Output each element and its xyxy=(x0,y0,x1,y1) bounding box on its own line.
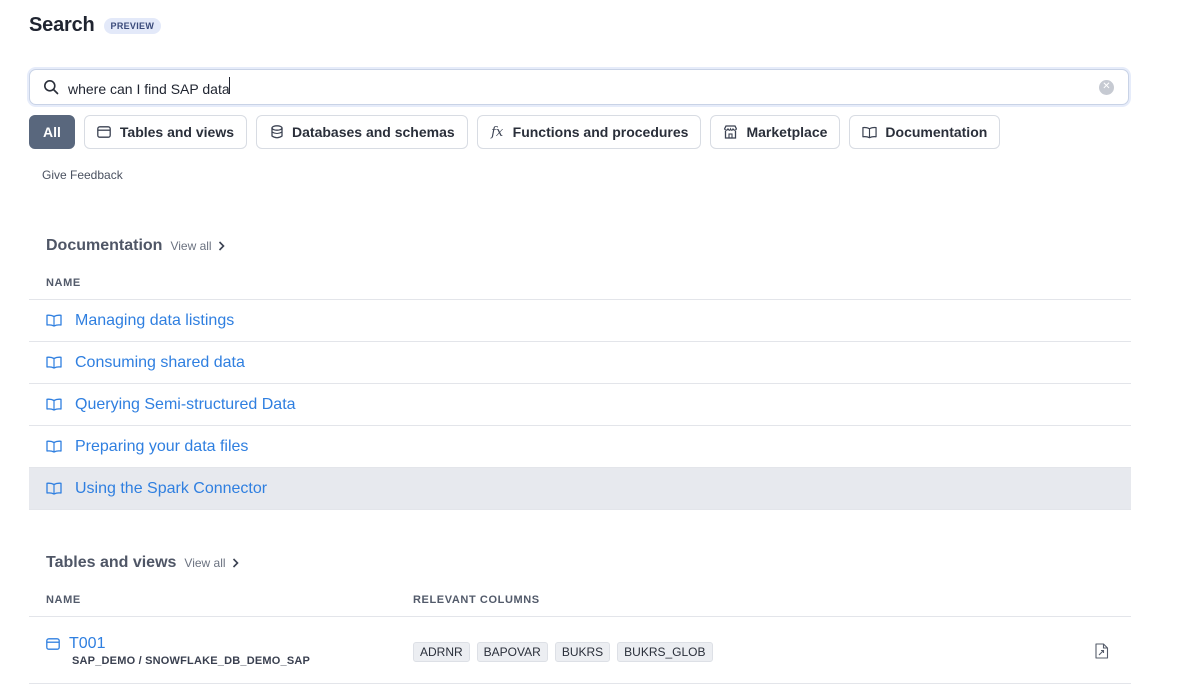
documentation-result-link[interactable]: Managing data listings xyxy=(75,312,234,330)
documentation-results: Managing data listings Consuming shared … xyxy=(29,299,1131,510)
column-tag: BAPOVAR xyxy=(476,642,548,662)
view-all-label: View all xyxy=(184,556,226,570)
documentation-result-link[interactable]: Querying Semi-structured Data xyxy=(75,396,296,414)
filter-databases-and-schemas[interactable]: Databases and schemas xyxy=(256,115,468,149)
filter-all-label: All xyxy=(43,124,61,140)
database-icon xyxy=(269,125,284,140)
tables-view-all-link[interactable]: View all xyxy=(184,556,239,570)
page-title: Search xyxy=(29,14,95,36)
column-tag: BUKRS_GLOB xyxy=(617,642,713,662)
documentation-result-row[interactable]: Consuming shared data xyxy=(29,341,1131,383)
book-icon xyxy=(46,482,62,496)
filter-tables-label: Tables and views xyxy=(119,124,235,140)
filter-marketplace-label: Marketplace xyxy=(746,124,828,140)
filter-documentation[interactable]: Documentation xyxy=(849,115,1001,149)
chevron-right-icon xyxy=(232,558,239,568)
chevron-right-icon xyxy=(218,241,225,251)
view-all-label: View all xyxy=(170,239,212,253)
documentation-result-link[interactable]: Using the Spark Connector xyxy=(75,480,267,498)
table-result-name: T001 xyxy=(46,635,105,653)
table-result-row[interactable]: T001 SAP_DEMO / SNOWFLAKE_DB_DEMO_SAP AD… xyxy=(29,616,1131,684)
search-input[interactable]: where can I find SAP data xyxy=(68,77,1099,97)
book-icon xyxy=(46,398,62,412)
filter-functions-label: Functions and procedures xyxy=(512,124,689,140)
page-header: Search PREVIEW xyxy=(29,14,162,37)
relevant-columns: ADRNR BAPOVAR BUKRS BUKRS_GLOB xyxy=(413,642,713,662)
column-tag: BUKRS xyxy=(554,642,611,662)
filter-functions-and-procedures[interactable]: fx Functions and procedures xyxy=(476,115,702,149)
documentation-section-title: Documentation xyxy=(46,237,163,254)
documentation-result-link[interactable]: Consuming shared data xyxy=(75,354,245,372)
documentation-result-row-hovered[interactable]: Using the Spark Connector xyxy=(29,467,1131,509)
divider xyxy=(29,509,1131,510)
book-icon xyxy=(862,125,878,140)
table-icon xyxy=(97,125,112,140)
documentation-result-row[interactable]: Preparing your data files xyxy=(29,425,1131,467)
documentation-name-column-header: NAME xyxy=(46,277,81,289)
tables-relevant-columns-header: RELEVANT COLUMNS xyxy=(413,594,540,606)
filter-all[interactable]: All xyxy=(29,115,75,149)
clear-search-icon[interactable]: ✕ xyxy=(1099,79,1114,95)
column-tag: ADRNR xyxy=(413,642,470,662)
tables-section-title: Tables and views xyxy=(46,554,177,571)
documentation-view-all-link[interactable]: View all xyxy=(170,239,225,253)
preview-badge: PREVIEW xyxy=(103,17,162,34)
tables-name-column-header: NAME xyxy=(46,594,81,606)
tables-section-header: Tables and views View all xyxy=(46,554,239,572)
marketplace-icon xyxy=(723,125,738,140)
documentation-result-row[interactable]: Querying Semi-structured Data xyxy=(29,383,1131,425)
documentation-result-row[interactable]: Managing data listings xyxy=(29,299,1131,341)
book-icon xyxy=(46,440,62,454)
table-result-link[interactable]: T001 xyxy=(69,635,105,653)
function-icon: fx xyxy=(491,124,504,140)
book-icon xyxy=(46,356,62,370)
filter-chips: All Tables and views Databases and schem… xyxy=(29,115,1001,149)
table-icon xyxy=(46,638,60,650)
table-result-path: SAP_DEMO / SNOWFLAKE_DB_DEMO_SAP xyxy=(72,655,311,667)
filter-documentation-label: Documentation xyxy=(885,124,988,140)
filter-tables-and-views[interactable]: Tables and views xyxy=(83,115,248,149)
give-feedback-link[interactable]: Give Feedback xyxy=(42,168,123,182)
search-box[interactable]: where can I find SAP data ✕ xyxy=(29,69,1129,105)
text-cursor xyxy=(228,77,230,94)
filter-marketplace[interactable]: Marketplace xyxy=(710,115,841,149)
documentation-section-header: Documentation View all xyxy=(46,237,225,255)
open-in-worksheet-icon[interactable] xyxy=(1095,643,1109,659)
search-icon xyxy=(43,79,59,95)
book-icon xyxy=(46,314,62,328)
documentation-result-link[interactable]: Preparing your data files xyxy=(75,438,248,456)
filter-databases-label: Databases and schemas xyxy=(292,124,455,140)
